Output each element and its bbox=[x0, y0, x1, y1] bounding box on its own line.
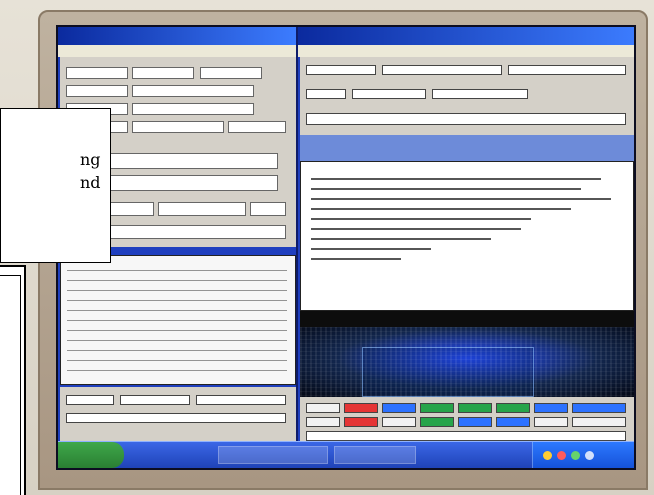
left-inner-frame bbox=[0, 275, 21, 495]
toolbar-field-5 bbox=[352, 89, 426, 99]
overlay-text: ng nd bbox=[80, 148, 101, 194]
right-app-window bbox=[298, 27, 634, 445]
message-text-area bbox=[300, 161, 634, 311]
macro-button bbox=[496, 417, 530, 427]
table-row bbox=[67, 340, 287, 341]
macro-button bbox=[344, 403, 378, 413]
bottom-field-2 bbox=[120, 395, 190, 405]
macro-button bbox=[420, 417, 454, 427]
macro-button bbox=[306, 403, 340, 413]
tray-icon bbox=[557, 451, 566, 460]
start-button bbox=[58, 442, 124, 468]
bottom-field-4 bbox=[66, 413, 286, 423]
field-9 bbox=[132, 121, 224, 133]
toolbar-field-7 bbox=[306, 113, 626, 125]
table-row bbox=[67, 280, 287, 281]
table-row bbox=[67, 350, 287, 351]
macro-button bbox=[382, 403, 416, 413]
text-line bbox=[311, 208, 571, 210]
field-15 bbox=[250, 202, 286, 216]
photo-of-computer-monitor: ng nd bbox=[0, 0, 654, 495]
macro-button bbox=[572, 417, 626, 427]
table-row bbox=[67, 270, 287, 271]
macro-button bbox=[420, 403, 454, 413]
macro-button bbox=[496, 403, 530, 413]
macro-button bbox=[572, 403, 626, 413]
table-row bbox=[67, 370, 287, 371]
left-bottom-controls bbox=[60, 387, 296, 443]
tray-icon bbox=[571, 451, 580, 460]
spectrum-waterfall bbox=[300, 327, 634, 397]
monitor-screen bbox=[56, 25, 636, 470]
toolbar-field-1 bbox=[306, 65, 376, 75]
left-window-titlebar bbox=[58, 27, 296, 45]
text-line bbox=[311, 228, 521, 230]
status-strip bbox=[306, 431, 626, 441]
taskbar-item-1 bbox=[218, 446, 328, 464]
toolbar-field-4 bbox=[306, 89, 346, 99]
toolbar-field-3 bbox=[508, 65, 626, 75]
table-row bbox=[67, 330, 287, 331]
right-toolbar-area bbox=[300, 57, 634, 135]
right-window-titlebar bbox=[298, 27, 634, 45]
bottom-field-3 bbox=[196, 395, 286, 405]
tray-icon bbox=[543, 451, 552, 460]
field-14 bbox=[158, 202, 246, 216]
field-2 bbox=[132, 67, 194, 79]
macro-button bbox=[458, 403, 492, 413]
tray-icon bbox=[585, 451, 594, 460]
text-line bbox=[311, 218, 531, 220]
left-window-menubar bbox=[58, 45, 296, 57]
text-line bbox=[311, 198, 611, 200]
taskbar bbox=[58, 441, 634, 468]
system-tray bbox=[532, 442, 634, 468]
field-7 bbox=[132, 103, 254, 115]
field-10 bbox=[228, 121, 286, 133]
text-line bbox=[311, 258, 401, 260]
toolbar-field-2 bbox=[382, 65, 502, 75]
right-window-menubar bbox=[298, 45, 634, 57]
text-line bbox=[311, 178, 601, 180]
bottom-field-1 bbox=[66, 395, 114, 405]
overlay-text-line-1: ng bbox=[80, 150, 101, 169]
macro-button bbox=[306, 417, 340, 427]
text-line bbox=[311, 188, 581, 190]
table-row bbox=[67, 360, 287, 361]
macro-button bbox=[534, 417, 568, 427]
spectrum-header bbox=[300, 311, 634, 327]
overlay-text-line-2: nd bbox=[80, 173, 101, 192]
spectrum-noise bbox=[300, 327, 634, 397]
macro-button bbox=[344, 417, 378, 427]
qso-table bbox=[60, 255, 296, 385]
field-1 bbox=[66, 67, 128, 79]
text-line bbox=[311, 238, 491, 240]
table-row bbox=[67, 310, 287, 311]
field-4 bbox=[66, 85, 128, 97]
table-row bbox=[67, 300, 287, 301]
field-5 bbox=[132, 85, 254, 97]
right-info-bar bbox=[300, 135, 634, 161]
text-line bbox=[311, 248, 431, 250]
macro-button bbox=[458, 417, 492, 427]
table-row bbox=[67, 290, 287, 291]
toolbar-field-6 bbox=[432, 89, 528, 99]
macro-buttons-panel bbox=[300, 397, 634, 443]
field-3 bbox=[200, 67, 262, 79]
taskbar-item-2 bbox=[334, 446, 416, 464]
macro-button bbox=[382, 417, 416, 427]
macro-button bbox=[534, 403, 568, 413]
table-row bbox=[67, 320, 287, 321]
